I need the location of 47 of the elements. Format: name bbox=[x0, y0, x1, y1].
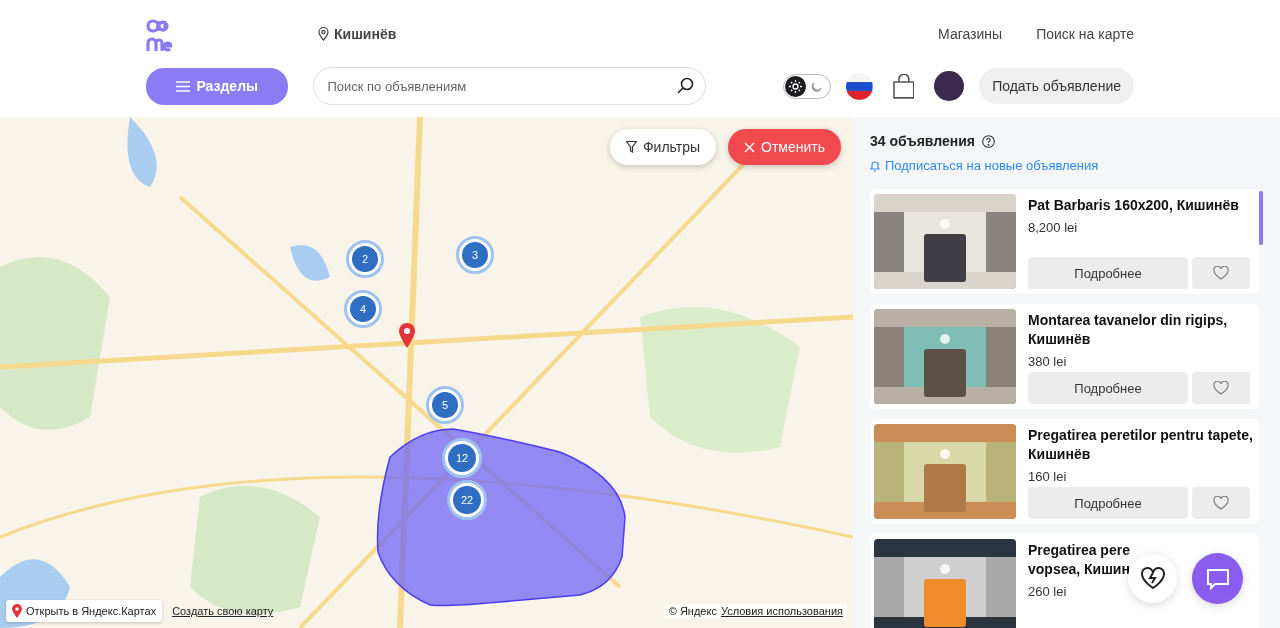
filter-icon bbox=[625, 141, 637, 153]
listing-title[interactable]: Pat Barbaris 160x200, Кишинёв bbox=[1028, 196, 1255, 215]
listing-card[interactable]: Pregatirea peretilor pentru tapete, Кишинёв 160 lei Подробнее bbox=[870, 419, 1259, 524]
results-count: 34 объявления bbox=[870, 133, 975, 149]
copyright-text: © Яндекс bbox=[668, 605, 717, 617]
listing-card[interactable]: Pat Barbaris 160x200, Кишинёв 8,200 lei Подробнее bbox=[870, 189, 1259, 294]
help-icon[interactable] bbox=[982, 134, 995, 148]
listing-title[interactable]: Pregatirea pere bbox=[1028, 541, 1255, 560]
details-button[interactable]: Подробнее bbox=[1028, 257, 1188, 289]
nav-link[interactable]: Магазины bbox=[938, 25, 1003, 42]
shopping-bag-icon[interactable] bbox=[892, 73, 915, 99]
location-pin-icon bbox=[318, 26, 329, 41]
cancel-button[interactable]: Отменить bbox=[728, 129, 841, 165]
filters-button[interactable]: Фильтры bbox=[609, 129, 716, 165]
heart-icon bbox=[1213, 381, 1229, 395]
details-button[interactable]: Подробнее bbox=[1028, 487, 1188, 519]
nav-link[interactable]: Поиск на карте bbox=[1036, 25, 1134, 42]
listing-card[interactable]: Pregatirea pere vopsea, Кишин 260 lei bbox=[870, 534, 1259, 628]
listing-price: 260 lei bbox=[1028, 584, 1068, 599]
terms-link[interactable]: Условия использования bbox=[720, 605, 843, 617]
create-map-link[interactable]: Создать свою карту bbox=[172, 605, 274, 617]
avatar[interactable] bbox=[934, 71, 965, 101]
heart-icon bbox=[1213, 496, 1229, 510]
menu-icon bbox=[176, 80, 191, 92]
listing-price: 380 lei bbox=[1028, 354, 1068, 369]
city-selector[interactable]: Кишинёв bbox=[334, 25, 397, 42]
listing-title[interactable]: Pregatirea peretilor pentru tapete, Кишинёв bbox=[1028, 426, 1255, 464]
listing-price: 160 lei bbox=[1028, 469, 1068, 484]
search-field[interactable]: Поиск по объявлениям bbox=[313, 67, 706, 105]
search-icon[interactable] bbox=[676, 77, 694, 94]
map-pin-icon bbox=[12, 604, 22, 618]
open-in-maps-link[interactable]: Открыть в Яндекс.Картах bbox=[6, 600, 163, 622]
listing-title[interactable]: Montarea tavanelor din rigips, Кишинёв bbox=[1028, 311, 1255, 349]
listing-title[interactable]: vopsea, Кишин bbox=[1028, 560, 1255, 579]
broken-heart-icon bbox=[1139, 567, 1166, 590]
post-ad-button[interactable]: Подать объявление bbox=[979, 68, 1134, 104]
heart-icon bbox=[1213, 266, 1229, 280]
bell-icon bbox=[870, 159, 880, 172]
listing-card[interactable]: Montarea tavanelor din rigips, Кишинёв 380 lei Подробнее bbox=[870, 304, 1259, 409]
chat-icon bbox=[1205, 567, 1230, 590]
sun-icon bbox=[788, 79, 802, 93]
language-flag-icon[interactable] bbox=[846, 72, 873, 100]
close-icon bbox=[744, 141, 755, 153]
details-button[interactable]: Подробнее bbox=[1028, 372, 1188, 404]
map-pin-icon bbox=[398, 322, 416, 349]
listing-price: 8,200 lei bbox=[1028, 220, 1079, 235]
logo-icon[interactable] bbox=[146, 18, 172, 53]
